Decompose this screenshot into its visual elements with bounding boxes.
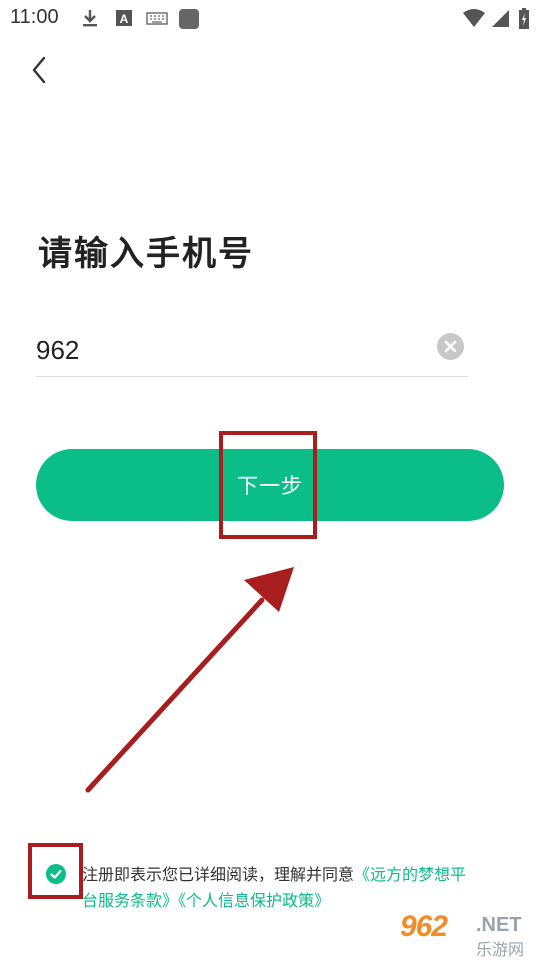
privacy-policy-link[interactable]: 《个人信息保护政策》 [178,891,330,910]
page-title: 请输入手机号 [38,234,254,274]
battery-charging-icon [519,8,529,29]
chevron-left-icon [32,56,46,84]
status-time: 11:00 [10,6,59,28]
phone-field [36,322,468,377]
cell-signal-icon [492,10,509,27]
annotation-box-next [219,431,317,539]
app-square-icon [179,9,199,29]
wifi-icon [463,9,485,27]
svg-text:A: A [120,12,129,26]
font-a-icon: A [116,10,132,26]
back-button[interactable] [22,52,58,88]
watermark-logo: 962 .NET 乐游网 [400,910,540,960]
clear-button[interactable] [437,333,464,360]
download-icon [83,10,97,27]
agree-checkbox[interactable] [46,864,66,884]
watermark-main: 962 [400,910,448,943]
watermark-net: .NET [476,914,522,936]
agreement-prefix: 注册即表示您已详细阅读，理解并同意 [82,865,355,884]
keyboard-icon [146,12,168,25]
clear-x-icon [444,340,457,353]
agreement-text: 注册即表示您已详细阅读，理解并同意《远方的梦想平台服务条款》《个人信息保护政策》 [82,862,474,914]
phone-input[interactable] [36,330,416,370]
checkmark-icon [50,869,62,879]
watermark-sub: 乐游网 [476,940,525,959]
status-bar: 11:00 A [0,0,540,36]
